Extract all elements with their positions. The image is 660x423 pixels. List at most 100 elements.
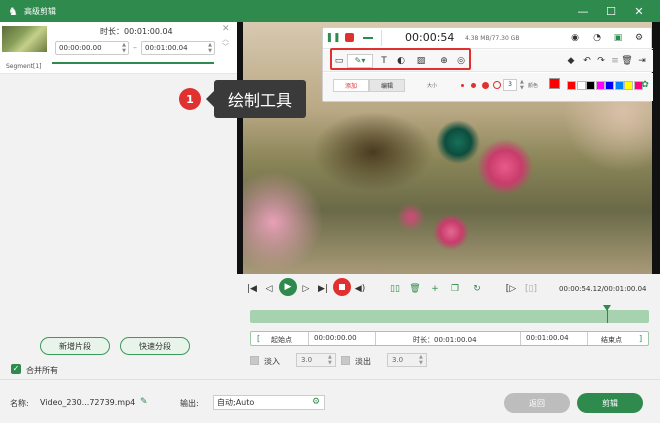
fade-in-checkbox[interactable] [250,356,259,365]
move-down-icon[interactable]: ﹀ [222,42,229,52]
mark-out-icon[interactable]: [▯] [525,283,537,295]
current-color-swatch[interactable] [549,78,560,89]
menu-icon[interactable]: ≡ [609,55,621,67]
minimize-button[interactable]: — [572,0,594,22]
next-frame-icon[interactable]: ▷ [300,283,312,295]
reset-icon[interactable]: ↻ [471,283,483,295]
back-button[interactable]: 返回 [504,393,570,413]
color-swatch[interactable] [624,81,633,90]
toolbox-icon[interactable]: ▣ [612,32,624,44]
file-size: 4.38 MB/77.30 GB [465,35,520,42]
trash-icon[interactable]: 🗑 [621,55,633,67]
segment-item[interactable]: 时长：00:01:00.04 ✕ ︿ ﹀ 00:00:00.00 ▲ ▼ – 00… [0,22,237,74]
bottom-bar: 名称: Video_230...72739.mp4 ✎ 输出: 自动;Auto … [0,379,660,423]
drawing-tools-highlight [330,48,471,70]
pause-icon[interactable]: ❚❚ [325,32,340,44]
segment-panel: 时长：00:01:00.04 ✕ ︿ ﹀ 00:00:00.00 ▲ ▼ – 00… [0,22,237,379]
segment-thumbnail [2,26,47,52]
edit-name-icon[interactable]: ✎ [140,397,148,407]
playback-time: 00:00:54.12/00:01:00.04 [559,285,647,293]
fade-in-label: 淡入 [264,357,280,366]
undo-icon[interactable]: ↶ [581,55,593,67]
split-icon[interactable]: ▯▯ [389,283,401,295]
play-button[interactable]: ▶ [279,278,297,296]
set-start-button[interactable]: 起始点 [271,335,292,345]
color-swatch[interactable] [586,81,595,90]
minimize-toolbar-icon[interactable] [363,37,373,39]
color-swatch[interactable] [605,81,614,90]
name-label: 名称: [10,399,29,408]
size-spinner[interactable]: ▲ ▼ [520,79,524,91]
jump-end-icon[interactable]: ▶| [317,283,329,295]
prev-frame-icon[interactable]: ◁ [263,283,275,295]
range-dash: – [133,43,137,52]
end-spinner[interactable]: ▲ ▼ [207,42,213,54]
timeline-track[interactable] [250,305,649,323]
eraser-icon[interactable]: ◆ [565,55,577,67]
tab-edit[interactable]: 编辑 [369,79,405,92]
end-time-field[interactable]: 00:01:00.04 [520,332,588,345]
cut-button[interactable]: 剪辑 [577,393,643,413]
segment-progress [52,62,214,64]
set-end-button[interactable]: 结束点 [601,335,622,345]
exit-icon[interactable]: ⇥ [636,55,648,67]
record-time: 00:00:54 [405,31,455,44]
file-name: Video_230...72739.mp4 [40,398,136,407]
segment-end-input[interactable]: 00:01:00.04 [141,41,215,55]
range-duration: 时长：00:01:00.04 [413,336,477,344]
color-swatch[interactable] [595,81,605,90]
divider [381,30,382,46]
redo-icon[interactable]: ↷ [595,55,607,67]
stop-square-icon [339,284,345,290]
window-title: 高级剪辑 [24,6,56,16]
size-input[interactable]: 3 [503,79,517,91]
size-large-dot[interactable] [482,82,489,89]
quick-split-button[interactable]: 快速分段 [120,337,190,355]
close-window-button[interactable]: ✕ [628,0,650,22]
mark-in-icon[interactable]: [▷ [505,283,517,295]
app-logo-icon: ♞ [8,4,18,18]
drawing-tools-callout: 绘制工具 [206,80,306,118]
maximize-button[interactable]: ☐ [600,0,622,22]
delete-segment-icon[interactable]: ✕ [222,24,230,34]
stop-icon[interactable] [345,33,354,42]
playhead-marker-icon[interactable] [603,305,611,311]
settings-gear-icon[interactable]: ⚙ [633,32,645,44]
size-custom-dot[interactable] [493,81,501,89]
volume-icon[interactable]: ◀) [354,283,366,295]
size-medium-dot[interactable] [471,83,476,88]
start-spinner[interactable]: ▲ ▼ [121,42,127,54]
fade-out-checkbox[interactable] [341,356,350,365]
fade-out-spinner[interactable]: ▲ ▼ [419,354,423,366]
stop-button[interactable] [333,278,351,296]
color-swatch[interactable] [576,81,586,90]
palette-icon[interactable]: ✿ [639,79,651,91]
start-bracket-icon: [ [257,334,261,343]
new-segment-button[interactable]: 新增片段 [40,337,110,355]
color-swatch[interactable] [567,81,576,90]
step-number-badge: 1 [179,88,201,110]
color-swatch[interactable] [614,81,624,90]
range-bar: [ 起始点 00:00:00.00 时长：00:01:00.04 00:01:0… [250,331,649,346]
tab-add[interactable]: 添加 [333,79,369,92]
color-label: 颜色 [528,83,539,89]
segment-duration: 时长：00:01:00.04 [100,27,173,36]
merge-all-checkbox[interactable]: ✓ [11,364,21,374]
segment-start-input[interactable]: 00:00:00.00 [55,41,129,55]
jump-start-icon[interactable]: |◀ [246,283,258,295]
toolbar-top-row: ❚❚ 00:00:54 4.38 MB/77.30 GB ◉ ◔ ▣ ⚙ [323,28,653,49]
end-bracket-icon: ] [639,334,643,343]
output-settings-icon[interactable]: ⚙ [312,397,320,407]
output-select[interactable]: 自动;Auto [213,395,325,410]
timer-icon[interactable]: ◔ [591,32,603,44]
segment-name: Segment[1] [6,63,42,70]
add-icon[interactable]: + [429,283,441,295]
title-bar: ♞ 高级剪辑 — ☐ ✕ [0,0,660,22]
size-small-dot[interactable] [461,84,464,87]
start-time-field[interactable]: 00:00:00.00 [308,332,376,345]
delete-clip-icon[interactable]: 🗑 [409,283,421,295]
copy-icon[interactable]: ❐ [449,283,461,295]
fade-in-spinner[interactable]: ▲ ▼ [328,354,332,366]
tool-options-row: 添加 编辑 大小 3 ▲ ▼ 颜色 ✿ [323,73,653,101]
camera-icon[interactable]: ◉ [569,32,581,44]
